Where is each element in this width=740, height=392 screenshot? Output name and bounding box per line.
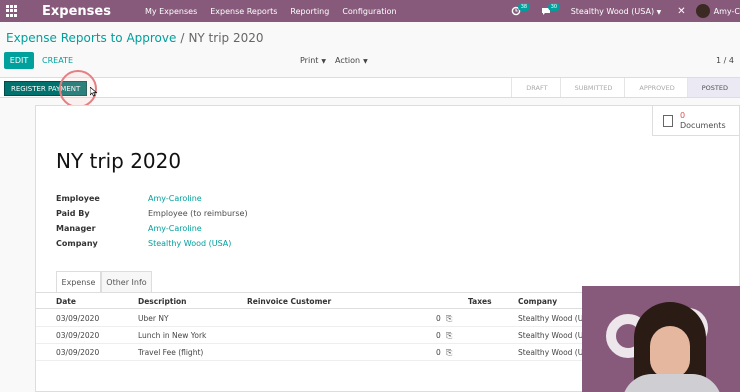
employee-label: Employee (56, 194, 100, 203)
app-title[interactable]: Expenses (42, 4, 111, 19)
column-taxes[interactable]: Taxes (468, 297, 492, 306)
row-attachments: 0 (436, 331, 441, 340)
menu-my-expenses[interactable]: My Expenses (145, 7, 197, 16)
company-name: Stealthy Wood (USA) (570, 6, 655, 16)
paperclip-icon[interactable]: ⎘ (446, 348, 452, 358)
row-date: 03/09/2020 (56, 314, 100, 323)
row-date: 03/09/2020 (56, 331, 100, 340)
statusbar: REGISTER PAYMENT DRAFT SUBMITTED APPROVE… (0, 77, 740, 98)
row-company: Stealthy Wood (US (518, 314, 588, 323)
pager[interactable]: 1 / 4 (716, 56, 734, 65)
caret-down-icon: ▼ (363, 58, 368, 65)
row-attachments: 0 (436, 348, 441, 357)
caret-down-icon: ▼ (656, 8, 662, 16)
breadcrumb: Expense Reports to Approve / NY trip 2020 (6, 31, 264, 45)
activity-badge: 38 (517, 3, 531, 11)
user-name[interactable]: Amy-C (714, 7, 740, 16)
company-value[interactable]: Stealthy Wood (USA) (148, 239, 231, 248)
presenter-face (650, 326, 690, 378)
manager-value[interactable]: Amy-Caroline (148, 224, 202, 233)
action-dropdown[interactable]: Action ▼ (335, 56, 368, 65)
cursor-icon (90, 87, 98, 97)
documents-button[interactable]: 0 Documents (652, 106, 739, 136)
company-label: Company (56, 239, 98, 248)
menu-expense-reports[interactable]: Expense Reports (210, 7, 277, 16)
action-label: Action (335, 56, 361, 65)
column-description[interactable]: Description (138, 297, 187, 306)
breadcrumb-separator: / (180, 31, 185, 45)
row-description: Uber NY (138, 314, 169, 323)
company-switcher[interactable]: Stealthy Wood (USA) ▼ (571, 7, 662, 16)
record-title: NY trip 2020 (56, 149, 182, 173)
stage-posted: POSTED (686, 78, 740, 97)
webcam-overlay (582, 286, 740, 392)
paperclip-icon[interactable]: ⎘ (446, 314, 452, 324)
avatar[interactable] (695, 4, 710, 18)
close-icon[interactable]: ✕ (677, 6, 685, 17)
row-company: Stealthy Wood (US (518, 348, 588, 357)
row-date: 03/09/2020 (56, 348, 100, 357)
paid-by-value: Employee (to reimburse) (148, 209, 248, 218)
breadcrumb-current: NY trip 2020 (188, 31, 264, 45)
document-icon (663, 114, 673, 127)
stage-approved: APPROVED (624, 78, 686, 97)
stage-draft: DRAFT (511, 78, 559, 97)
column-date[interactable]: Date (56, 297, 76, 306)
top-navbar: Expenses My Expenses Expense Reports Rep… (0, 0, 740, 22)
presenter-body (622, 374, 722, 392)
print-label: Print (300, 56, 319, 65)
documents-label: Documents (680, 120, 726, 130)
create-button[interactable]: CREATE (42, 52, 73, 69)
paperclip-icon[interactable]: ⎘ (446, 331, 452, 341)
caret-down-icon: ▼ (321, 58, 327, 65)
employee-value[interactable]: Amy-Caroline (148, 194, 202, 203)
documents-count: 0 (680, 110, 686, 120)
row-attachments: 0 (436, 314, 441, 323)
print-dropdown[interactable]: Print ▼ (300, 56, 326, 65)
activity-button[interactable]: 38 (511, 3, 531, 16)
tab-expense[interactable]: Expense (56, 271, 101, 292)
column-company[interactable]: Company (518, 297, 557, 306)
stage-submitted: SUBMITTED (559, 78, 625, 97)
apps-grid-icon[interactable] (6, 5, 18, 17)
row-company: Stealthy Wood (US (518, 331, 588, 340)
menu-configuration[interactable]: Configuration (342, 7, 396, 16)
menu-reporting[interactable]: Reporting (290, 7, 329, 16)
paid-by-label: Paid By (56, 209, 90, 218)
row-description: Travel Fee (flight) (138, 348, 204, 357)
row-description: Lunch in New York (138, 331, 207, 340)
messages-button[interactable]: 30 (541, 3, 561, 16)
tab-other-info[interactable]: Other Info (101, 271, 152, 292)
stage-pipeline: DRAFT SUBMITTED APPROVED POSTED (511, 78, 740, 97)
manager-label: Manager (56, 224, 96, 233)
edit-button[interactable]: EDIT (4, 52, 34, 69)
breadcrumb-parent[interactable]: Expense Reports to Approve (6, 31, 176, 45)
messages-badge: 30 (547, 3, 561, 11)
column-reinvoice-customer[interactable]: Reinvoice Customer (247, 297, 331, 306)
